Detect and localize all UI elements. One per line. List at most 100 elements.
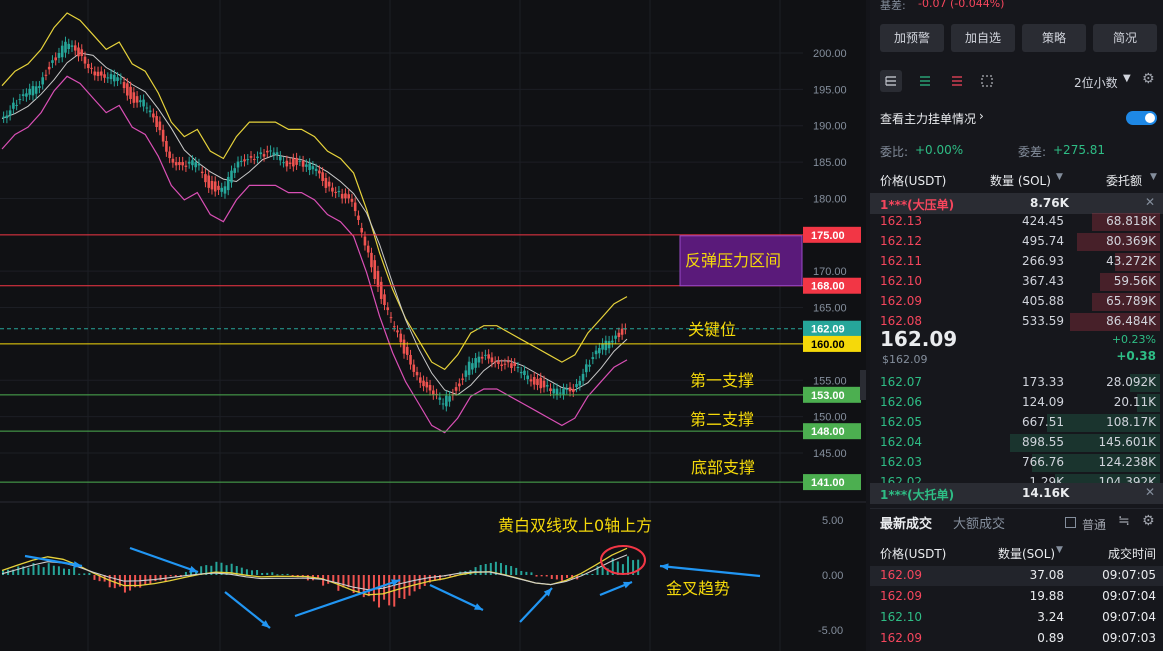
candle-body [279, 156, 282, 161]
bid-row[interactable]: 162.06 124.09 20.11K [880, 393, 1160, 413]
chart-canvas[interactable]: 200.00 195.00 190.00 185.00 180.00 170.00 165.… [0, 0, 866, 651]
trade-price: 162.09 [880, 589, 922, 603]
candle-body [305, 164, 308, 167]
order-panel: 基差: -0.07 (-0.044%) 加预警 加自选 策略 简况 2位小数 ▼… [870, 0, 1163, 651]
decimals-select[interactable]: 2位小数 [1074, 74, 1118, 91]
candle-body [31, 86, 35, 96]
candle-body [246, 159, 250, 161]
layout-asks-icon[interactable] [946, 70, 968, 92]
trade-qty: 37.08 [1029, 568, 1064, 582]
candle-body [389, 317, 393, 319]
candle-body [585, 364, 588, 373]
macd-bar [545, 575, 548, 577]
candle-body [617, 332, 621, 338]
expand-icon[interactable] [976, 70, 998, 92]
tab-latest-trades[interactable]: 最新成交 [880, 513, 932, 532]
close-icon[interactable]: ✕ [1145, 485, 1155, 499]
candle-body [448, 396, 451, 402]
close-icon[interactable]: ✕ [1145, 195, 1155, 209]
settings-icon[interactable]: ⚙ [1142, 71, 1155, 87]
strategy-button[interactable]: 策略 [1022, 24, 1086, 52]
chevron-down-icon[interactable]: ▼ [1123, 73, 1131, 84]
main-orders-link[interactable]: 查看主力挂单情况 [880, 110, 976, 127]
bid-amount: 145.601K [1098, 435, 1157, 449]
big-bid-row[interactable]: 1***(大托单) 14.16K ✕ [870, 483, 1163, 504]
bid-qty: 766.76 [1022, 455, 1064, 469]
candle-body [360, 227, 364, 233]
candle-body [484, 354, 487, 356]
bid-row[interactable]: 162.03 766.76 124.238K [880, 453, 1160, 473]
macd-bar [627, 556, 629, 575]
macd-bar [271, 572, 274, 575]
candle-body [213, 181, 217, 192]
macd-bar [499, 563, 502, 575]
candle-body [158, 121, 162, 131]
macd-bar [342, 575, 345, 588]
candle-body [428, 385, 432, 391]
trades-header-qty[interactable]: 数量(SOL) [998, 545, 1055, 562]
candle-body [611, 340, 614, 343]
main-orders-toggle[interactable] [1126, 111, 1157, 125]
ask-row[interactable]: 162.12 495.74 80.369K [880, 232, 1160, 252]
macd-bar [78, 573, 81, 575]
candle-body [8, 110, 12, 116]
layout-both-icon[interactable] [880, 70, 902, 92]
sort-icon[interactable]: ▼ [1056, 172, 1063, 182]
candle-body [106, 77, 110, 79]
big-ask-row[interactable]: 1***(大压单) 8.76K ✕ [870, 193, 1163, 214]
add-alert-button[interactable]: 加预警 [880, 24, 944, 52]
candle-body [220, 187, 224, 192]
candle-body [529, 379, 533, 382]
candle-body [239, 160, 243, 162]
ask-row[interactable]: 162.13 424.45 68.818K [880, 212, 1160, 232]
normal-checkbox[interactable] [1065, 517, 1076, 528]
macd-bar [17, 566, 20, 575]
bid-row[interactable]: 162.04 898.55 145.601K [880, 433, 1160, 453]
ask-row[interactable]: 162.10 367.43 59.56K [880, 272, 1160, 292]
ask-price: 162.13 [880, 214, 922, 228]
ask-qty: 424.45 [1022, 214, 1064, 228]
price-axis-label: 150.00 [813, 412, 847, 424]
filter-icon[interactable]: ≒ [1118, 513, 1130, 529]
bid-row[interactable]: 162.07 173.33 28.092K [880, 373, 1160, 393]
macd-bar [322, 575, 325, 586]
tab-large-trades[interactable]: 大额成交 [953, 513, 1005, 532]
price-axis-label: 200.00 [813, 48, 847, 60]
candle-body [161, 129, 165, 142]
candle-body [41, 77, 44, 85]
ob-header-amount[interactable]: 委托额 [1106, 172, 1142, 189]
candle-body [70, 45, 74, 47]
candle-body [340, 193, 344, 199]
candle-body [373, 260, 377, 279]
bid-price: 162.04 [880, 435, 922, 449]
layout-bids-icon[interactable] [914, 70, 936, 92]
price-axis-label: 180.00 [813, 193, 847, 205]
candle-body [223, 186, 227, 194]
bid-row[interactable]: 162.05 667.51 108.17K [880, 413, 1160, 433]
sort-icon[interactable]: ▼ [1150, 172, 1157, 182]
trade-row: 162.09 37.08 09:07:05 [870, 566, 1163, 586]
add-watchlist-button[interactable]: 加自选 [951, 24, 1015, 52]
normal-filter-label: 普通 [1082, 518, 1107, 532]
macd-bar [520, 571, 523, 575]
candle-body [347, 194, 350, 199]
candle-body [366, 245, 370, 253]
ask-row[interactable]: 162.11 266.93 43.272K [880, 252, 1160, 272]
macd-bar [327, 575, 330, 584]
candle-body [588, 364, 591, 367]
settings-icon[interactable]: ⚙ [1142, 513, 1155, 529]
trade-row: 162.10 3.24 09:07:04 [870, 608, 1163, 628]
bid-qty: 124.09 [1022, 395, 1064, 409]
candle-body [142, 99, 145, 107]
level-tag-label: 175.00 [811, 230, 845, 242]
annotation-key: 关键位 [688, 320, 736, 339]
level-tag-label: 162.09 [811, 324, 845, 336]
ob-header-qty[interactable]: 数量 (SOL) [990, 172, 1051, 189]
price-chart[interactable]: 200.00 195.00 190.00 185.00 180.00 170.00 165.… [0, 0, 866, 651]
overview-button[interactable]: 简况 [1093, 24, 1157, 52]
ask-row[interactable]: 162.09 405.88 65.789K [880, 292, 1160, 312]
arrow-head [189, 565, 198, 573]
trade-qty: 3.24 [1037, 610, 1064, 624]
chevron-right-icon: › [979, 109, 984, 123]
sort-icon[interactable]: ▼ [1056, 545, 1063, 555]
